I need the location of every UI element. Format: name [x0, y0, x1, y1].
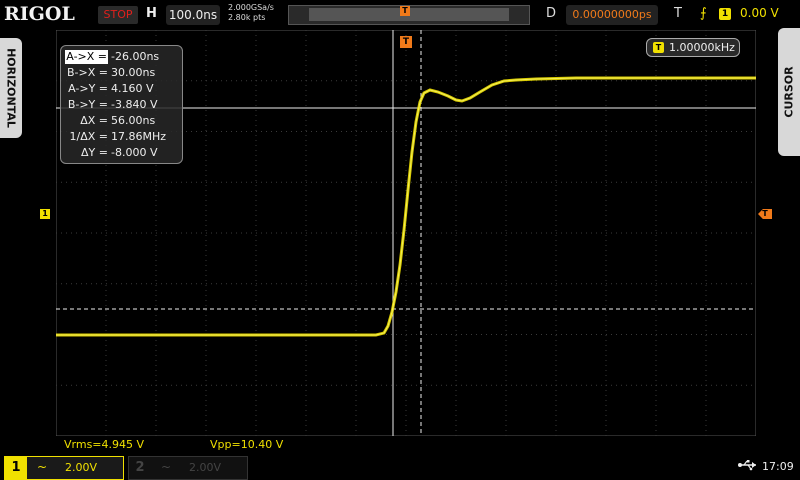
ch1-number: 1 — [5, 457, 27, 479]
trigger-level-value[interactable]: 0.00 V — [740, 6, 779, 20]
trigger-level-marker[interactable]: T — [758, 209, 772, 219]
cursor-readout-key: A->Y = — [68, 82, 108, 95]
cursor-readout-row: A->X = -26.00ns — [61, 50, 182, 64]
ch1-channel-tab[interactable]: 1 ~ 2.00V — [4, 456, 124, 480]
ch2-number: 2 — [135, 460, 145, 475]
counter-value: 1.00000kHz — [669, 41, 735, 54]
cursor-menu-tab[interactable]: CURSOR — [778, 28, 800, 156]
horizontal-label: H — [146, 6, 157, 21]
cursor-readout-key: A->X = — [65, 50, 108, 64]
measurement-vrms: Vrms=4.945 V — [64, 438, 145, 451]
cursor-readout-row: A->Y = 4.160 V — [61, 82, 182, 96]
ac-coupling-icon: ~ — [37, 460, 48, 474]
measurement-vpp: Vpp=10.40 V — [210, 438, 284, 451]
trigger-source-badge[interactable]: 1 — [719, 8, 731, 20]
cursor-readout-panel: A->X = -26.00ns B->X = 30.00ns A->Y = 4.160 V… — [60, 45, 183, 164]
memory-depth: 2.80k pts — [228, 13, 266, 22]
timebase-value[interactable]: 100.0ns — [166, 5, 220, 25]
cursor-tab-label: CURSOR — [782, 66, 796, 118]
ch1-offset-marker[interactable]: 1 — [40, 209, 50, 219]
memory-trigger-marker: T — [400, 6, 410, 16]
cursor-readout-row: 1/ΔX = 17.86MHz — [61, 130, 182, 144]
memory-position-bar[interactable]: T — [288, 5, 530, 25]
cursor-readout-key: ΔX = — [80, 114, 108, 127]
trigger-label: T — [674, 6, 682, 21]
run-stop-status[interactable]: STOP — [98, 6, 138, 24]
horizontal-tab-label: HORIZONTAL — [4, 48, 18, 128]
horizontal-menu-tab[interactable]: HORIZONTAL — [0, 38, 22, 138]
ch2-scale: 2.00V — [189, 461, 222, 474]
cursor-readout-key: B->X = — [67, 66, 108, 79]
ac-coupling-icon: ~ — [161, 460, 172, 474]
cursor-readout-row: B->Y = -3.840 V — [61, 98, 182, 112]
delay-value[interactable]: 0.00000000ps — [566, 5, 658, 25]
cursor-readout-row: B->X = 30.00ns — [61, 66, 182, 80]
frequency-counter: T 1.00000kHz — [646, 38, 740, 57]
cursor-readout-value: -8.000 V — [111, 146, 158, 159]
clock: 17:09 — [762, 460, 794, 473]
ch2-channel-tab[interactable]: 2 ~ 2.00V — [128, 456, 248, 480]
brand-logo: RIGOL — [4, 3, 75, 25]
cursor-readout-key: B->Y = — [67, 98, 108, 111]
cursor-readout-key: ΔY = — [81, 146, 108, 159]
counter-source-icon: T — [653, 42, 664, 53]
trigger-position-marker[interactable]: T — [400, 36, 412, 48]
delay-label: D — [546, 6, 557, 21]
cursor-readout-row: ΔX = 56.00ns — [61, 114, 182, 128]
cursor-readout-value: 30.00ns — [111, 66, 156, 79]
cursor-readout-value: 56.00ns — [111, 114, 156, 127]
acquisition-info: 2.000GSa/s 2.80k pts — [228, 3, 274, 23]
cursor-readout-row: ΔY = -8.000 V — [61, 146, 182, 160]
cursor-readout-value: 4.160 V — [111, 82, 154, 95]
cursor-readout-key: 1/ΔX = — [69, 130, 108, 143]
usb-icon — [738, 459, 758, 475]
cursor-readout-value: -3.840 V — [111, 98, 158, 111]
rising-edge-icon: ⨍ — [700, 6, 707, 21]
cursor-readout-value: 17.86MHz — [111, 130, 167, 143]
ch1-scale: 2.00V — [65, 461, 98, 474]
sample-rate: 2.000GSa/s — [228, 3, 274, 12]
cursor-readout-value: -26.00ns — [111, 50, 160, 63]
